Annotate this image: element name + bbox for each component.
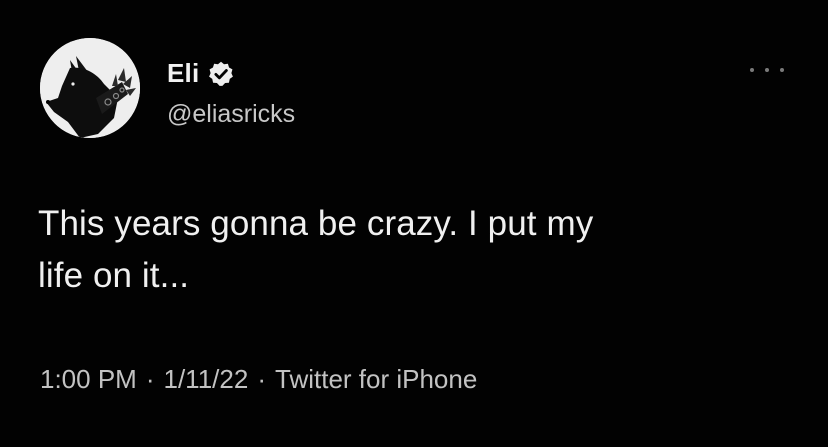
user-handle[interactable]: @eliasricks: [167, 100, 295, 129]
meta-separator: ·: [257, 364, 266, 394]
tweet-card: Eli @eliasricks This years gonna be craz…: [0, 0, 828, 447]
wolf-head-icon: [40, 38, 140, 138]
dot-icon: [780, 68, 784, 72]
tweet-date[interactable]: 1/11/22: [164, 364, 249, 395]
tweet-text: This years gonna be crazy. I put my life…: [38, 198, 798, 302]
tweet-meta: 1:00 PM · 1/11/22 · Twitter for iPhone: [40, 364, 477, 395]
more-options-icon[interactable]: [750, 60, 784, 80]
author-name-row: Eli: [167, 58, 235, 89]
meta-separator: ·: [145, 364, 155, 394]
dot-icon: [765, 68, 769, 72]
tweet-text-line: life on it...: [38, 256, 190, 295]
tweet-text-line: This years gonna be crazy. I put my: [38, 204, 594, 243]
tweet-time[interactable]: 1:00 PM: [40, 364, 137, 395]
dot-icon: [750, 68, 754, 72]
tweet-source[interactable]: Twitter for iPhone: [275, 364, 477, 395]
verified-badge-icon: [209, 61, 234, 86]
avatar[interactable]: [40, 38, 140, 138]
display-name[interactable]: Eli: [167, 58, 199, 89]
